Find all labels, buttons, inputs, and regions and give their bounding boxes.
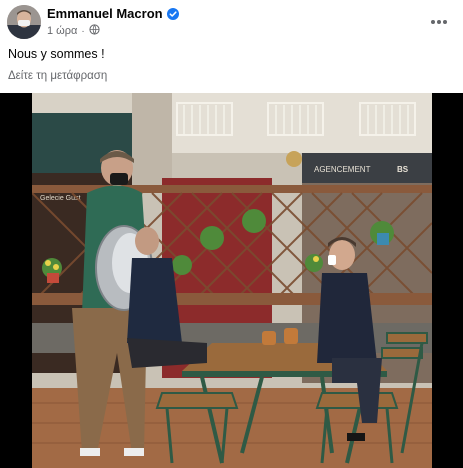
post-header: Emmanuel Macron 1 ώρα ·	[0, 0, 463, 44]
photo-scene: AGENCEMENT BS Gelecie Gust	[32, 93, 432, 468]
post-caption: Nous y sommes !	[8, 47, 105, 61]
shop-sign-right: AGENCEMENT	[314, 165, 371, 174]
post-time[interactable]: 1 ώρα	[47, 25, 77, 37]
globe-icon	[89, 24, 100, 38]
post-photo[interactable]: AGENCEMENT BS Gelecie Gust	[0, 93, 463, 468]
more-options-icon[interactable]	[427, 12, 451, 32]
post-meta: 1 ώρα ·	[47, 24, 100, 38]
author-name[interactable]: Emmanuel Macron	[47, 6, 179, 21]
author-name-text[interactable]: Emmanuel Macron	[47, 6, 163, 21]
see-translation-link[interactable]: Δείτε τη μετάφραση	[8, 70, 107, 82]
verified-badge-icon	[166, 7, 179, 20]
shop-sign-logo: BS	[397, 165, 409, 174]
avatar[interactable]	[7, 5, 41, 39]
meta-separator: ·	[81, 25, 85, 37]
